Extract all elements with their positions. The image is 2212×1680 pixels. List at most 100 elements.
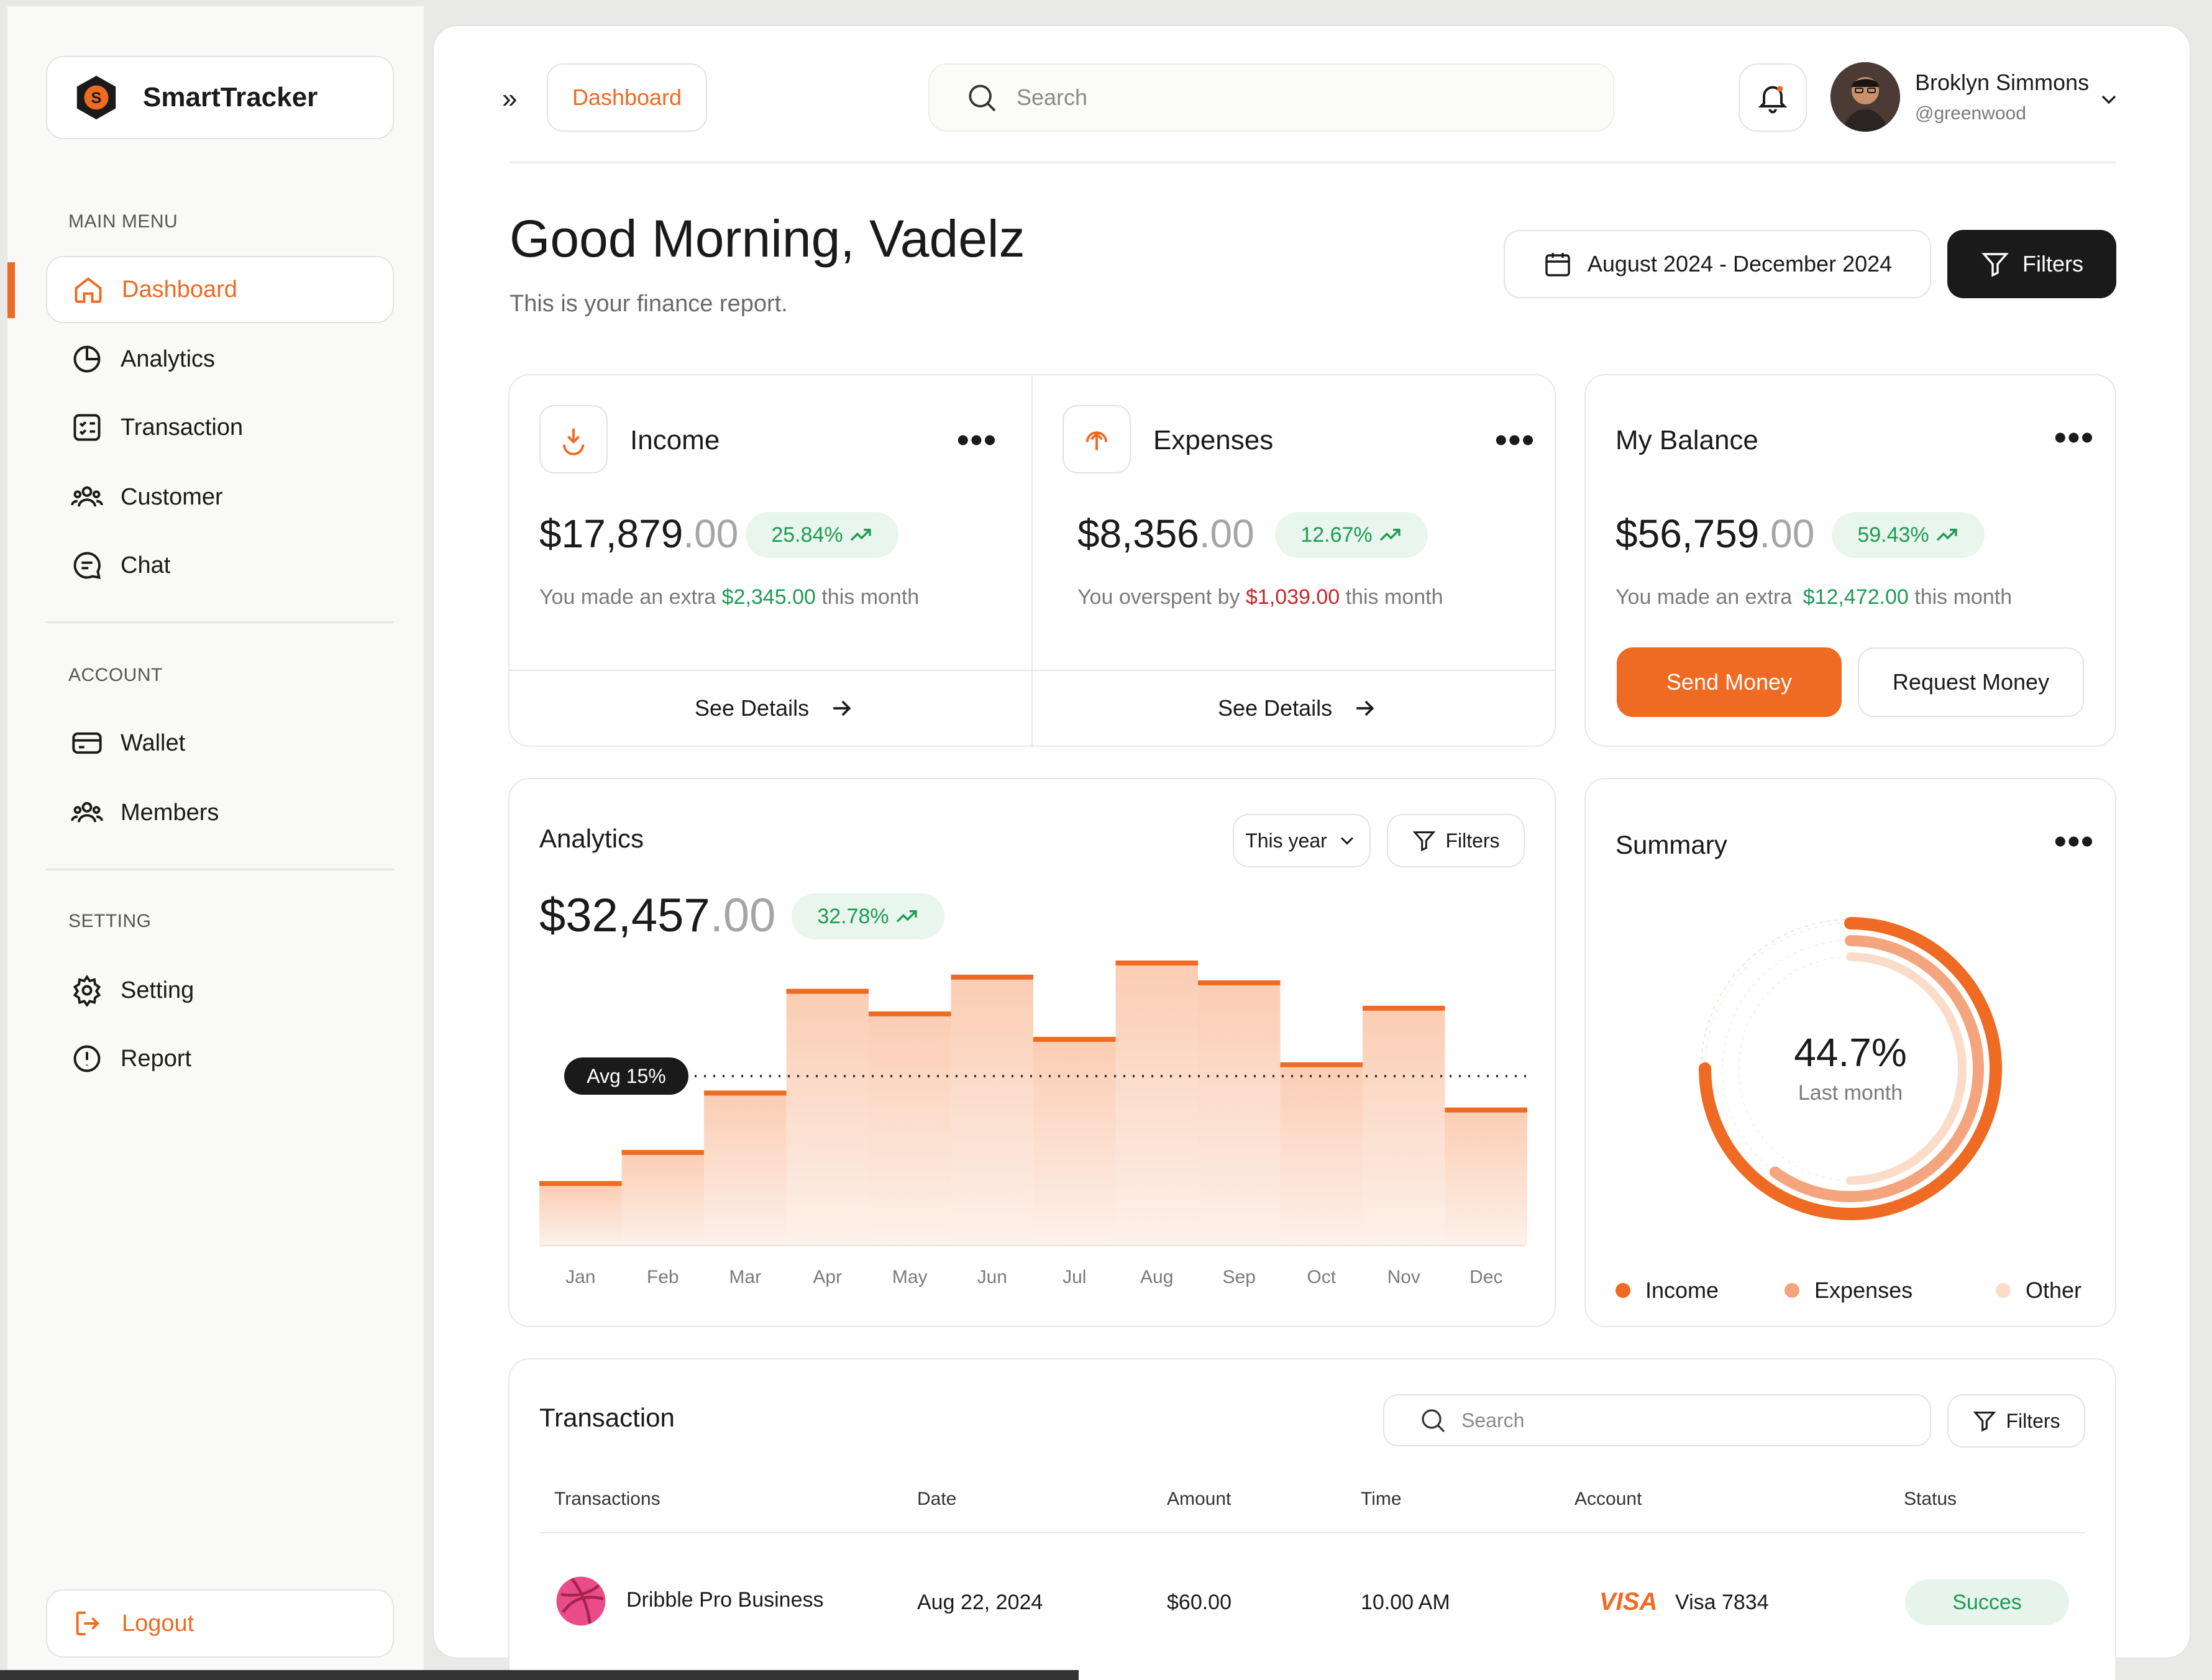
- column-header[interactable]: Status: [1904, 1489, 1957, 1510]
- analytics-change-badge: 32.78%: [792, 893, 944, 939]
- analytics-filters-button[interactable]: Filters: [1387, 814, 1525, 867]
- note-suffix: this month: [1345, 585, 1443, 609]
- column-header[interactable]: Date: [917, 1489, 956, 1510]
- filter-icon: [1973, 1412, 1996, 1432]
- filters-button[interactable]: Filters: [1947, 230, 2116, 298]
- amount-main: $32,457: [539, 889, 710, 942]
- note-prefix: You made an extra: [1616, 585, 1793, 609]
- search-input[interactable]: Search: [928, 63, 1614, 132]
- column-header[interactable]: Account: [1574, 1489, 1642, 1510]
- amount-cents: .00: [1199, 511, 1255, 556]
- dribbble-icon: [556, 1576, 606, 1626]
- column-header[interactable]: Transactions: [554, 1489, 660, 1510]
- user-name: Broklyn Simmons: [1915, 70, 2090, 95]
- x-tick-label: Mar: [729, 1267, 761, 1287]
- home-icon: [75, 277, 102, 303]
- sidebar-item-chat[interactable]: Chat: [46, 532, 394, 599]
- chart-bar-jan[interactable]: [539, 1183, 622, 1246]
- more-icon[interactable]: •••: [1495, 422, 1535, 457]
- note-prefix: You overspent by: [1077, 585, 1240, 609]
- chevron-down-icon[interactable]: [2096, 87, 2121, 112]
- sidebar-item-dashboard[interactable]: Dashboard: [46, 256, 394, 323]
- column-header[interactable]: Amount: [1167, 1489, 1231, 1510]
- transaction-date: Aug 22, 2024: [917, 1591, 1043, 1614]
- transaction-amount: $60.00: [1167, 1591, 1232, 1614]
- date-range-picker[interactable]: August 2024 - December 2024: [1504, 230, 1931, 298]
- sidebar-item-analytics[interactable]: Analytics: [46, 326, 394, 393]
- more-icon[interactable]: •••: [2054, 420, 2095, 455]
- calendar-icon: [1545, 253, 1570, 276]
- sidebar-item-label: Dashboard: [122, 276, 237, 303]
- filter-icon: [1981, 253, 2009, 277]
- arrow-right-icon: [833, 700, 851, 716]
- sidebar-item-setting[interactable]: Setting: [46, 957, 394, 1024]
- chart-bar-top: [539, 1180, 622, 1186]
- legend-swatch: [1616, 1283, 1630, 1298]
- window-scrollbar[interactable]: [0, 1670, 1079, 1680]
- user-handle: @greenwood: [1915, 103, 2026, 124]
- change-value: 32.78%: [817, 904, 889, 928]
- legend-swatch: [1785, 1283, 1799, 1298]
- analytics-bar-chart: Avg 15% Jan Feb Mar Apr May Jun Jul Aug Sep Oct No…: [539, 961, 1528, 1287]
- chart-bar-oct[interactable]: [1280, 1064, 1363, 1246]
- search-placeholder: Search: [1017, 84, 1088, 110]
- chart-bar-top: [1115, 961, 1198, 966]
- x-tick-label: Jun: [977, 1267, 1007, 1287]
- x-tick-label: Aug: [1140, 1267, 1173, 1287]
- notification-button[interactable]: [1739, 63, 1807, 132]
- avatar[interactable]: [1830, 62, 1900, 132]
- app-logo[interactable]: S SmartTracker: [46, 56, 394, 139]
- column-header[interactable]: Time: [1361, 1489, 1402, 1510]
- section-main-menu: MAIN MENU: [68, 211, 178, 232]
- period-select[interactable]: This year: [1233, 814, 1371, 867]
- sidebar-item-label: Report: [121, 1045, 192, 1072]
- x-tick-label: Nov: [1387, 1267, 1420, 1287]
- x-tick-label: Apr: [813, 1267, 842, 1287]
- breadcrumb[interactable]: Dashboard: [547, 63, 707, 132]
- chart-bar-may[interactable]: [869, 1013, 951, 1246]
- transaction-search-input[interactable]: Search: [1383, 1394, 1931, 1446]
- transaction-filters-button[interactable]: Filters: [1947, 1394, 2085, 1448]
- more-icon[interactable]: •••: [2054, 824, 2095, 859]
- send-money-button[interactable]: Send Money: [1617, 647, 1842, 717]
- income-see-details-link[interactable]: See Details: [695, 695, 855, 722]
- sidebar-item-report[interactable]: Report: [46, 1025, 394, 1092]
- filters-label: Filters: [2022, 251, 2083, 276]
- sidebar-item-members[interactable]: Members: [46, 779, 394, 846]
- transaction-account: Visa 7834: [1675, 1591, 1769, 1614]
- chart-bar-jul[interactable]: [1033, 1039, 1116, 1246]
- chart-bar-jun[interactable]: [951, 977, 1034, 1246]
- request-money-button[interactable]: Request Money: [1858, 647, 2084, 717]
- chart-bar-nov[interactable]: [1363, 1008, 1445, 1246]
- sidebar-item-customer[interactable]: Customer: [46, 463, 394, 531]
- chart-bar-mar[interactable]: [704, 1093, 787, 1246]
- expand-sidebar-icon[interactable]: »: [502, 83, 517, 114]
- chart-bar-top: [786, 988, 869, 994]
- note-value: $2,345.00: [721, 585, 816, 609]
- expenses-amount: $8,356.00: [1077, 511, 1255, 557]
- sidebar-item-wallet[interactable]: Wallet: [46, 710, 394, 777]
- sidebar-item-label: Setting: [121, 977, 194, 1003]
- legend-label: Other: [2026, 1277, 2082, 1303]
- amount-main: $8,356: [1077, 511, 1199, 556]
- expenses-see-details-link[interactable]: See Details: [1218, 695, 1378, 722]
- more-icon[interactable]: •••: [957, 422, 997, 457]
- chart-bar-dec[interactable]: [1445, 1110, 1528, 1246]
- chart-bar-sep[interactable]: [1198, 982, 1281, 1246]
- income-change-badge: 25.84%: [746, 512, 898, 558]
- chart-bar-feb[interactable]: [621, 1152, 705, 1246]
- alert-circle-icon: [73, 1045, 101, 1072]
- visa-logo: VISA: [1599, 1588, 1658, 1615]
- logout-button[interactable]: Logout: [46, 1589, 394, 1658]
- app-name: SmartTracker: [143, 82, 318, 112]
- sidebar-item-transaction[interactable]: Transaction: [46, 394, 394, 461]
- trend-up-icon: [1936, 529, 1957, 541]
- filters-label: Filters: [2006, 1409, 2060, 1432]
- chart-bar-aug[interactable]: [1115, 963, 1199, 1246]
- note-suffix: this month: [1914, 585, 2013, 609]
- chart-bar-apr[interactable]: [786, 991, 869, 1246]
- x-tick-label: Jan: [565, 1267, 595, 1287]
- link-label: See Details: [695, 695, 810, 721]
- chevron-down-icon: [1340, 837, 1353, 845]
- legend-item-other: Other: [1996, 1277, 2082, 1303]
